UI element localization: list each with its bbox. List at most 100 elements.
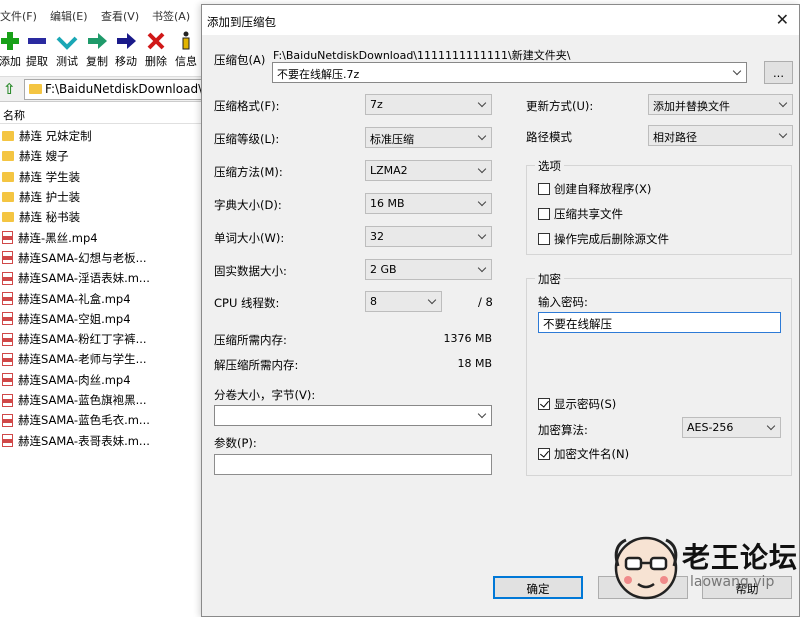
file-row[interactable]: 赫连 护士装	[0, 187, 210, 207]
checkbox-box-checked	[538, 398, 550, 410]
mem-comp-label: 压缩所需内存:	[214, 333, 287, 347]
solid-label: 固实数据大小:	[214, 264, 287, 278]
copy-arrow-icon	[82, 30, 112, 52]
up-arrow-icon[interactable]: ⇧	[3, 80, 16, 98]
delete-x-icon	[141, 30, 171, 52]
video-file-icon	[2, 251, 13, 265]
checkbox-box	[538, 183, 550, 195]
extract-label: 提取	[26, 55, 48, 68]
show-password-label: 显示密码(S)	[554, 397, 617, 411]
word-value: 32	[370, 230, 384, 243]
test-button[interactable]: 测试	[52, 30, 82, 69]
word-select[interactable]: 32	[365, 226, 492, 247]
delete-after-label: 操作完成后删除源文件	[554, 232, 669, 246]
menu-bookmarks[interactable]: 书签(A)	[152, 8, 190, 24]
chevron-down-icon	[732, 66, 742, 76]
params-input[interactable]	[214, 454, 492, 475]
dict-select[interactable]: 16 MB	[365, 193, 492, 214]
create-sfx-checkbox[interactable]: 创建自释放程序(X)	[538, 181, 651, 197]
add-to-archive-dialog: 添加到压缩包 ✕ 压缩包(A) F:\BaiduNetdiskDownload\…	[201, 4, 800, 617]
file-row[interactable]: 赫连SAMA-空姐.mp4	[0, 309, 210, 329]
file-name: 赫连SAMA-蓝色旗袍黑...	[18, 393, 147, 407]
ok-button[interactable]: 确定	[493, 576, 583, 599]
archive-name-combo[interactable]: 不要在线解压.7z	[272, 62, 747, 83]
file-row[interactable]: 赫连SAMA-粉红丁字裤...	[0, 329, 210, 349]
split-combo[interactable]	[214, 405, 492, 426]
split-label: 分卷大小，字节(V):	[214, 388, 316, 402]
watermark: 老王论坛 laowang.vip	[608, 528, 798, 608]
file-row[interactable]: 赫连SAMA-淫语表妹.m...	[0, 268, 210, 288]
level-select[interactable]: 标准压缩	[365, 127, 492, 148]
column-header-name[interactable]: 名称	[0, 104, 210, 124]
move-button[interactable]: 移动	[111, 30, 141, 69]
minus-icon	[22, 30, 52, 52]
show-password-checkbox[interactable]: 显示密码(S)	[538, 396, 616, 412]
browse-button[interactable]: ...	[764, 61, 793, 84]
compress-shared-checkbox[interactable]: 压缩共享文件	[538, 206, 623, 222]
file-name: 赫连SAMA-淫语表妹.m...	[18, 271, 150, 286]
info-label: 信息	[175, 55, 197, 68]
folder-icon	[2, 171, 14, 182]
file-row[interactable]: 赫连 兄妹定制	[0, 126, 210, 146]
extract-button[interactable]: 提取	[22, 30, 52, 69]
folder-icon	[2, 151, 14, 162]
old-man-logo-icon	[614, 536, 678, 600]
folder-icon	[2, 212, 14, 223]
menu-file[interactable]: 文件(F)	[0, 8, 37, 24]
params-label: 参数(P):	[214, 436, 257, 450]
chevron-down-icon	[477, 164, 487, 174]
checkbox-box	[538, 233, 550, 245]
archive-path: F:\BaiduNetdiskDownload\1111111111111\新建…	[273, 49, 571, 62]
menu-edit[interactable]: 编辑(E)	[50, 8, 88, 24]
address-input[interactable]: F:\BaiduNetdiskDownload\1	[24, 79, 210, 100]
watermark-url: laowang.vip	[690, 574, 775, 590]
file-row[interactable]: 赫连SAMA-肉丝.mp4	[0, 370, 210, 390]
solid-select[interactable]: 2 GB	[365, 259, 492, 280]
copy-button[interactable]: 复制	[82, 30, 112, 69]
pathmode-select[interactable]: 相对路径	[648, 125, 793, 146]
update-select[interactable]: 添加并替换文件	[648, 94, 793, 115]
file-row[interactable]: 赫连SAMA-幻想与老板...	[0, 248, 210, 268]
format-value: 7z	[370, 98, 383, 111]
video-file-icon	[2, 393, 13, 407]
file-name: 赫连SAMA-表哥表妹.m...	[18, 433, 150, 448]
chevron-down-icon	[477, 230, 487, 240]
format-select[interactable]: 7z	[365, 94, 492, 115]
file-row[interactable]: 赫连SAMA-礼盒.mp4	[0, 288, 210, 308]
check-icon	[52, 30, 82, 52]
video-file-icon	[2, 292, 13, 306]
file-row[interactable]: 赫连 学生装	[0, 167, 210, 187]
address-text: F:\BaiduNetdiskDownload\1	[45, 82, 210, 96]
file-row[interactable]: 赫连 嫂子	[0, 146, 210, 166]
cpu-label: CPU 线程数:	[214, 296, 280, 310]
cpu-value: 8	[370, 295, 377, 308]
menu-view[interactable]: 查看(V)	[101, 8, 139, 24]
method-select[interactable]: LZMA2	[365, 160, 492, 181]
file-row[interactable]: 赫连 秘书装	[0, 207, 210, 227]
file-name: 赫连 学生装	[19, 169, 81, 184]
file-row[interactable]: 赫连SAMA-蓝色毛衣.m...	[0, 410, 210, 430]
file-name: 赫连SAMA-粉红丁字裤...	[18, 332, 147, 347]
close-icon[interactable]: ✕	[776, 10, 789, 29]
watermark-title: 老王论坛	[682, 541, 799, 574]
folder-icon	[2, 192, 14, 203]
encrypt-names-checkbox[interactable]: 加密文件名(N)	[538, 446, 629, 462]
cpu-select[interactable]: 8	[365, 291, 442, 312]
file-name: 赫连 兄妹定制	[19, 129, 92, 144]
file-row[interactable]: 赫连SAMA-老师与学生...	[0, 349, 210, 369]
move-label: 移动	[115, 55, 137, 68]
password-input[interactable]: 不要在线解压	[538, 312, 781, 333]
delete-button[interactable]: 删除	[141, 30, 171, 69]
folder-icon	[2, 131, 14, 142]
chevron-down-icon	[477, 409, 487, 419]
test-label: 测试	[56, 55, 78, 68]
archive-label: 压缩包(A)	[214, 53, 266, 67]
delete-after-checkbox[interactable]: 操作完成后删除源文件	[538, 231, 669, 247]
file-row[interactable]: 赫连SAMA-表哥表妹.m...	[0, 430, 210, 450]
enc-method-select[interactable]: AES-256	[682, 417, 781, 438]
file-row[interactable]: 赫连SAMA-蓝色旗袍黑...	[0, 390, 210, 410]
file-name: 赫连SAMA-肉丝.mp4	[18, 372, 131, 387]
file-row[interactable]: 赫连-黑丝.mp4	[0, 227, 210, 247]
pathmode-label: 路径模式	[526, 130, 572, 144]
info-button[interactable]: 信息	[171, 30, 201, 69]
